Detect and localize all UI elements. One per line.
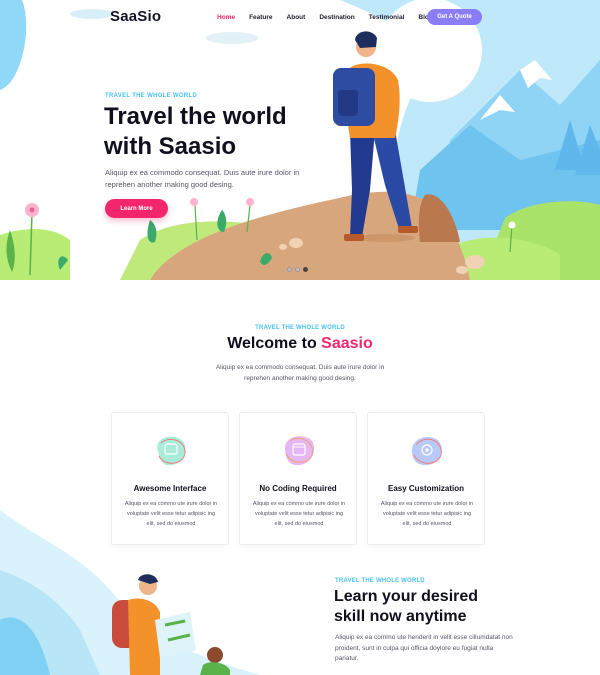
skill-description: Aliquip ex ea commo ute henderit in veli… (335, 634, 513, 662)
feature-card-interface[interactable]: Awesome Interface Aliquip ex ea commo ut… (111, 412, 229, 545)
feature-title: Easy Customization (387, 484, 464, 493)
feature-card-customization[interactable]: Easy Customization Aliquip ex ea commo u… (367, 412, 485, 545)
feature-text: Aliquip ex ea commo ute irure dolor in v… (380, 501, 474, 527)
navbar: SaaSio Home Feature About Destination Te… (0, 0, 600, 36)
welcome-title-accent: Saasio (321, 335, 373, 352)
skill-title-line1: Learn your desired (334, 588, 479, 605)
hero-section: SaaSio Home Feature About Destination Te… (0, 0, 600, 280)
calendar-icon (284, 436, 315, 466)
learn-more-button[interactable]: Learn More (105, 199, 168, 218)
feature-cards: Awesome Interface Aliquip ex ea commo ut… (111, 412, 485, 546)
get-a-quote-button[interactable]: Get A Quote (427, 9, 482, 25)
feature-card-no-coding[interactable]: No Coding Required Aliquip ex ea commo u… (239, 412, 357, 545)
welcome-eyebrow: TRAVEL THE WHOLE WORLD (255, 325, 345, 331)
skill-title: Learn your desired skill now anytime (334, 587, 534, 627)
hero-eyebrow: TRAVEL THE WHOLE WORLD (105, 93, 198, 99)
hero-title-line2: with Saasio (104, 133, 237, 160)
site-logo[interactable]: SaaSio (110, 8, 161, 25)
nav-link-home[interactable]: Home (217, 14, 235, 21)
nav-link-testimonial[interactable]: Testimonial (369, 14, 405, 21)
feature-title: Awesome Interface (133, 484, 207, 493)
slider-dot-1[interactable] (287, 267, 292, 272)
interface-icon (157, 436, 186, 466)
feature-text: Aliquip ex ea commo ute irure dolor in v… (252, 501, 346, 527)
slider-dot-3[interactable] (303, 267, 308, 272)
gear-icon (411, 436, 442, 466)
welcome-title-prefix: Welcome to (227, 335, 317, 352)
nav-link-about[interactable]: About (287, 14, 306, 21)
slider-dot-2[interactable] (295, 267, 300, 272)
hero-title-line1: Travel the world (104, 103, 287, 130)
welcome-title: Welcome to Saasio (0, 335, 600, 353)
hero-title: Travel the world with Saasio (104, 102, 334, 162)
nav-links: Home Feature About Destination Testimoni… (217, 14, 447, 21)
nav-link-destination[interactable]: Destination (319, 14, 354, 21)
feature-text: Aliquip ex ea commo ute irure dolor in v… (124, 501, 218, 527)
skill-eyebrow: TRAVEL THE WHOLE WORLD (335, 578, 425, 584)
hero-description: Aliquip ex ea commodo consequat. Duis au… (105, 168, 300, 189)
nav-link-feature[interactable]: Feature (249, 14, 272, 21)
feature-title: No Coding Required (259, 484, 337, 493)
skill-title-line2: skill now anytime (334, 608, 467, 625)
welcome-description: Aliquip ex ea commodo consequat. Duis au… (215, 364, 385, 382)
slider-dots (287, 267, 308, 272)
